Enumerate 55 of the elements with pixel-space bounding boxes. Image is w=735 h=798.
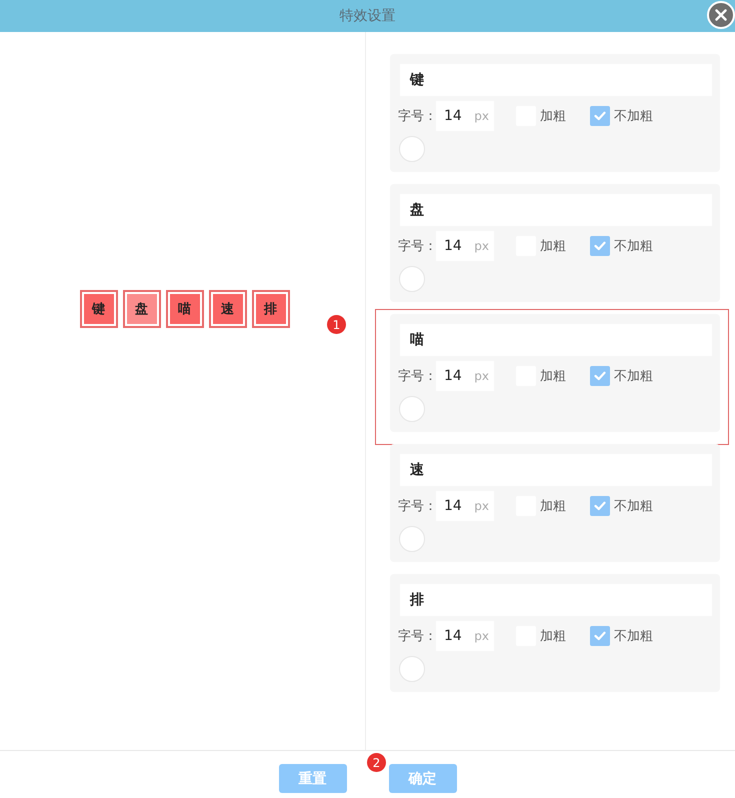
text-field[interactable]: 排 bbox=[400, 584, 712, 616]
checkbox-label[interactable]: 加粗 bbox=[540, 497, 566, 515]
text-field[interactable]: 盘 bbox=[400, 194, 712, 226]
font-size-field[interactable]: 14 px bbox=[436, 101, 494, 131]
checkbox[interactable] bbox=[590, 236, 610, 256]
color-swatch-icon[interactable] bbox=[399, 396, 425, 422]
checkbox-label[interactable]: 不加粗 bbox=[614, 497, 653, 515]
unit-label: px bbox=[474, 109, 489, 123]
checkbox-label[interactable]: 加粗 bbox=[540, 627, 566, 645]
font-size-label: 字号： bbox=[398, 628, 436, 645]
unit-label: px bbox=[474, 239, 489, 253]
font-size-label: 字号： bbox=[398, 368, 436, 385]
color-swatch-icon[interactable] bbox=[399, 266, 425, 292]
font-size-field[interactable]: 14 px bbox=[436, 621, 494, 651]
unit-label: px bbox=[474, 629, 489, 643]
check-icon bbox=[594, 631, 606, 641]
font-size-field[interactable]: 14 px bbox=[436, 231, 494, 261]
check-icon bbox=[594, 371, 606, 381]
dialog-title: 特效设置 bbox=[340, 7, 396, 26]
step-marker: 2 bbox=[367, 753, 386, 772]
unit-label: px bbox=[474, 499, 489, 513]
check-icon bbox=[594, 241, 606, 251]
checkbox-label[interactable]: 不加粗 bbox=[614, 367, 653, 385]
character-tile: 喵 bbox=[166, 290, 204, 328]
text-field[interactable]: 键 bbox=[400, 64, 712, 96]
color-swatch-icon[interactable] bbox=[399, 526, 425, 552]
checkbox-label[interactable]: 加粗 bbox=[540, 107, 566, 125]
font-size-label: 字号： bbox=[398, 498, 436, 515]
checkbox-label[interactable]: 不加粗 bbox=[614, 107, 653, 125]
checkbox[interactable] bbox=[590, 366, 610, 386]
font-size-field[interactable]: 14 px bbox=[436, 361, 494, 391]
checkbox-label[interactable]: 不加粗 bbox=[614, 627, 653, 645]
color-swatch-icon[interactable] bbox=[399, 136, 425, 162]
close-button[interactable] bbox=[707, 1, 735, 29]
font-size-label: 字号： bbox=[398, 238, 436, 255]
checkbox[interactable] bbox=[590, 496, 610, 516]
checkbox-label[interactable]: 不加粗 bbox=[614, 237, 653, 255]
unit-label: px bbox=[474, 369, 489, 383]
text-field[interactable]: 喵 bbox=[400, 324, 712, 356]
step-marker: 1 bbox=[327, 315, 346, 334]
text-field[interactable]: 速 bbox=[400, 454, 712, 486]
color-swatch-icon[interactable] bbox=[399, 656, 425, 682]
character-tile: 键 bbox=[80, 290, 118, 328]
check-icon bbox=[594, 111, 606, 121]
character-tile: 盘 bbox=[122, 290, 160, 328]
font-size-field[interactable]: 14 px bbox=[436, 491, 494, 521]
checkbox[interactable] bbox=[590, 106, 610, 126]
check-icon bbox=[594, 501, 606, 511]
checkbox-label[interactable]: 加粗 bbox=[540, 237, 566, 255]
checkbox-label[interactable]: 加粗 bbox=[540, 367, 566, 385]
character-tile: 速 bbox=[208, 290, 246, 328]
character-tile: 排 bbox=[252, 290, 290, 328]
font-size-label: 字号： bbox=[398, 108, 436, 125]
checkbox[interactable] bbox=[590, 626, 610, 646]
close-icon bbox=[715, 9, 727, 21]
